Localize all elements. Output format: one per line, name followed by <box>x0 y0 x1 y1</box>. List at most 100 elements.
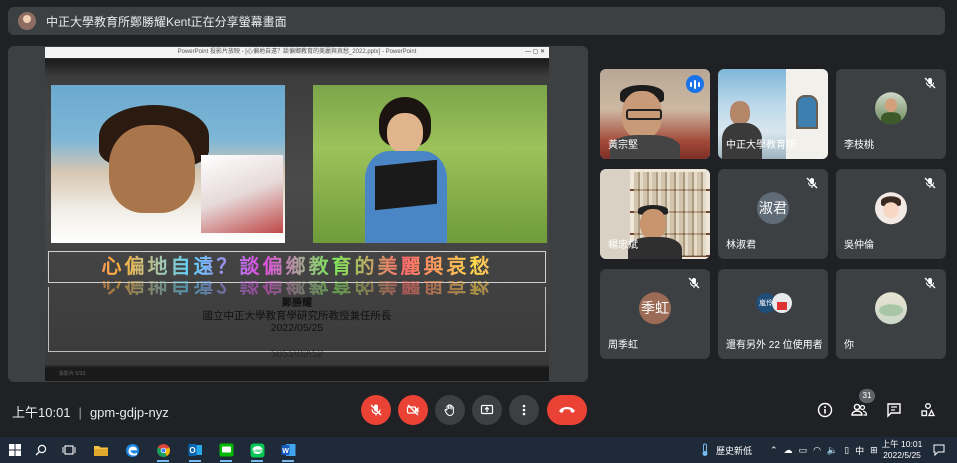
search-button[interactable] <box>30 440 52 460</box>
activities-icon <box>921 403 936 417</box>
clock-time: 上午 10:01 <box>881 439 923 449</box>
slide-org: 國立中正大學教育學研究所教授兼任所長 <box>202 310 392 322</box>
chrome-button[interactable] <box>152 440 174 462</box>
participant-tile-2[interactable]: 中正大學教育所... <box>718 69 828 159</box>
slide: 心偏地自遠？談偏鄉教育的美麗與哀愁 心偏地自遠？談偏鄉教育的美麗與哀愁 鄭勝耀 … <box>45 59 549 365</box>
present-screen-button[interactable] <box>472 395 502 425</box>
cloud-icon[interactable]: ☁ <box>784 445 793 456</box>
powerpoint-titlebar: PowerPoint 投影片放映 - [心偏地自遠？談偏鄉教育的美麗與哀愁_20… <box>45 47 549 58</box>
task-view-button[interactable] <box>58 440 80 460</box>
participant-tile-others[interactable]: 嵐伶 還有另外 22 位使用者 <box>718 269 828 359</box>
edge-icon <box>125 443 139 457</box>
mic-off-icon <box>370 404 382 416</box>
meeting-code: gpm-gdjp-nyz <box>89 405 169 420</box>
clock-date: 2022/5/25 <box>883 450 921 460</box>
mic-off-icon <box>924 177 936 189</box>
others-avatar-2 <box>772 293 792 313</box>
leave-call-button[interactable] <box>547 395 587 425</box>
participant-avatar-photo <box>875 292 907 325</box>
info-icon <box>817 402 833 418</box>
meeting-controls-bar: 上午10:01 | gpm-gdjp-nyz <box>0 388 957 432</box>
mic-off-icon <box>924 77 936 89</box>
wifi-icon[interactable]: ◠ <box>813 445 821 456</box>
meeting-details-button[interactable] <box>815 400 835 420</box>
line-works-icon <box>219 443 233 457</box>
chevron-up-icon[interactable]: ⌃ <box>770 445 778 456</box>
participant-tile-1[interactable]: 黃宗堅 <box>600 69 710 159</box>
shared-screen[interactable]: PowerPoint 投影片放映 - [心偏地自遠？談偏鄉教育的美麗與哀愁_20… <box>8 46 588 382</box>
presenter-avatar <box>18 12 36 30</box>
slide-title: 心偏地自遠？談偏鄉教育的美麗與哀愁 <box>49 252 545 282</box>
mic-off-icon <box>688 277 700 289</box>
participant-tile-5[interactable]: 淑君 林淑君 <box>718 169 828 259</box>
speaking-indicator-icon <box>686 75 704 93</box>
line-button[interactable]: LINE <box>246 440 268 462</box>
meeting-info: 上午10:01 | gpm-gdjp-nyz <box>12 405 169 420</box>
raise-hand-button[interactable] <box>435 395 465 425</box>
people-icon <box>851 403 868 416</box>
file-explorer-button[interactable] <box>90 440 112 460</box>
chat-icon <box>887 403 901 418</box>
word-button[interactable]: W <box>277 440 299 462</box>
svg-text:O: O <box>189 446 195 455</box>
participant-avatar-photo <box>875 92 907 125</box>
slide-author: 鄭勝耀 <box>282 298 312 309</box>
svg-text:LINE: LINE <box>252 447 261 452</box>
thermometer-icon <box>702 443 708 456</box>
camera-toggle-button[interactable] <box>398 395 428 425</box>
participant-tile-7[interactable]: 季虹 周季虹 <box>600 269 710 359</box>
chrome-icon <box>156 443 170 457</box>
microphone-toggle-button[interactable] <box>361 395 391 425</box>
participant-tile-self[interactable]: 你 <box>836 269 946 359</box>
present-icon <box>480 404 494 415</box>
word-icon: W <box>281 444 295 456</box>
start-button[interactable] <box>4 440 26 460</box>
participant-name: 楊忠斌 <box>608 240 638 251</box>
weather-widget[interactable]: 歷史新低 <box>700 437 752 463</box>
windows-taskbar: O LINE W 歷史新低 ⌃ ☁ ▭ ◠ 🔈 ▯ 中 ⊞ 上午 10:01 2… <box>0 437 957 463</box>
notifications-button[interactable] <box>928 440 950 460</box>
slide-title-box: 心偏地自遠？談偏鄉教育的美麗與哀愁 <box>48 251 546 283</box>
activities-button[interactable] <box>918 400 938 420</box>
participant-name: 中正大學教育所... <box>726 140 805 151</box>
task-view-icon <box>62 445 76 455</box>
ime-indicator[interactable]: 中 <box>855 444 864 457</box>
participant-tile-4[interactable]: 楊忠斌 <box>600 169 710 259</box>
network-icon[interactable]: ▭ <box>799 445 808 456</box>
people-button[interactable] <box>849 400 869 420</box>
participant-tile-6[interactable]: 吳仲倫 <box>836 169 946 259</box>
chat-button[interactable] <box>884 400 904 420</box>
outlook-icon: O <box>188 444 202 456</box>
more-options-button[interactable] <box>509 395 539 425</box>
volume-icon[interactable]: 🔈 <box>827 445 838 456</box>
end-call-icon <box>559 407 575 413</box>
participant-name: 周季虹 <box>608 340 638 351</box>
powerpoint-window-title: PowerPoint 投影片放映 - [心偏地自遠？談偏鄉教育的美麗與哀愁_20… <box>177 49 417 55</box>
participant-tile-3[interactable]: 李枝桃 <box>836 69 946 159</box>
participant-name: 黃宗堅 <box>608 140 638 151</box>
slide-photo-girl-field <box>313 85 547 243</box>
participant-name: 林淑君 <box>726 240 756 251</box>
edge-button[interactable] <box>121 440 143 460</box>
participant-name: 李枝桃 <box>844 140 874 151</box>
battery-icon[interactable]: ▯ <box>844 445 849 456</box>
weather-text: 歷史新低 <box>716 445 753 456</box>
line-works-button[interactable] <box>215 440 237 462</box>
svg-text:W: W <box>282 448 289 455</box>
presenting-banner-text: 中正大學教育所鄭勝耀Kent正在分享螢幕畫面 <box>46 14 287 29</box>
more-vertical-icon <box>522 404 526 416</box>
slide-date: 2022/05/25 <box>270 322 324 334</box>
taskbar-clock[interactable]: 上午 10:01 2022/5/25 <box>880 439 924 461</box>
notification-icon <box>933 444 945 456</box>
participant-count-badge: 31 <box>859 389 875 403</box>
participant-avatar-initials: 季虹 <box>639 292 671 325</box>
others-count-label: 還有另外 22 位使用者 <box>726 340 823 351</box>
hand-icon <box>444 404 454 417</box>
outlook-button[interactable]: O <box>184 440 206 462</box>
participant-avatar-initials: 淑君 <box>757 192 789 225</box>
powerpoint-statusbar: 投影片 5/33 <box>45 367 549 381</box>
participant-avatar-photo <box>875 192 907 225</box>
slide-photo-girl-reading <box>51 85 285 243</box>
ime-mode-icon[interactable]: ⊞ <box>870 445 878 456</box>
participant-name: 你 <box>844 340 854 351</box>
